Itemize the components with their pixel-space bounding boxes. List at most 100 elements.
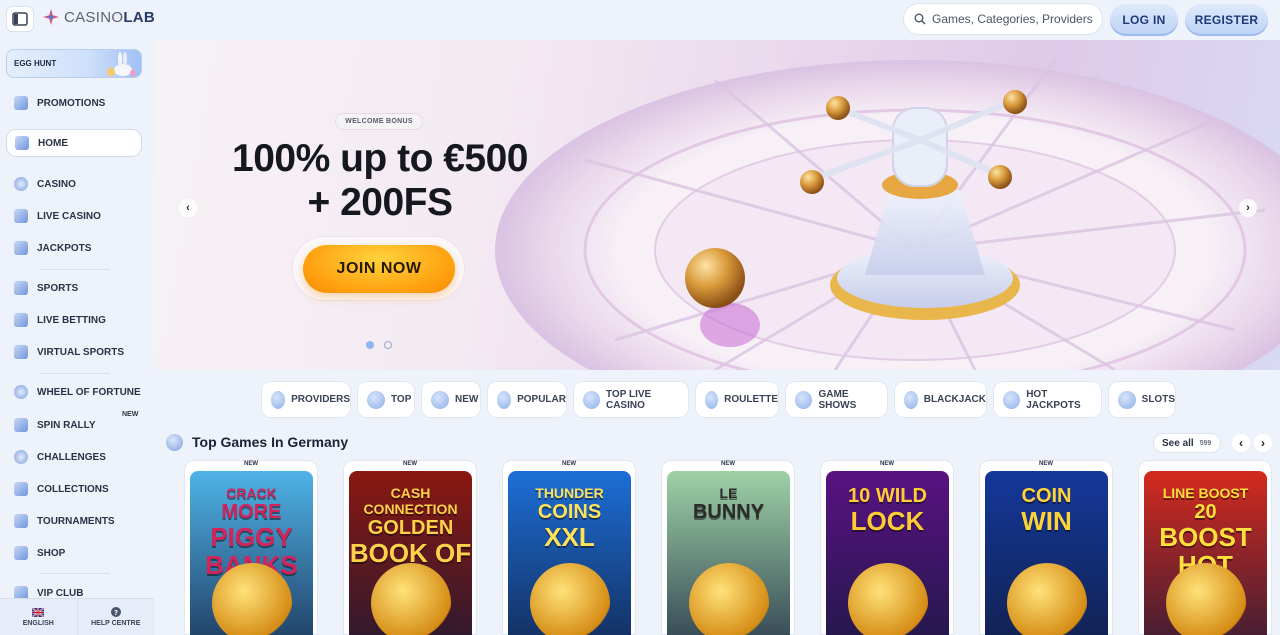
category-hot-jackpots[interactable]: HOT JACKPOTS — [993, 381, 1102, 418]
sidebar-divider — [40, 269, 110, 270]
game-title-line: WIN — [1021, 506, 1072, 536]
game-card[interactable]: LINE BOOST20BOOST HOT — [1144, 471, 1267, 635]
join-now-button[interactable]: JOIN NOW — [303, 245, 455, 293]
game-title-line: MORE — [221, 501, 282, 523]
register-button[interactable]: REGISTER — [1185, 4, 1268, 36]
casino-lab-logo[interactable]: CASINO LAB — [42, 8, 155, 26]
category-label: TOP — [391, 394, 412, 405]
sidebar-item-live-casino[interactable]: LIVE CASINO — [6, 202, 142, 230]
carousel-dot[interactable] — [384, 341, 392, 349]
new-badge: NEW — [1039, 461, 1053, 467]
category-label: NEW — [455, 394, 479, 405]
sidebar-item-label: SPORTS — [37, 282, 79, 294]
category-providers[interactable]: PROVIDERS — [261, 381, 351, 418]
category-new[interactable]: NEW — [421, 381, 481, 418]
sidebar-item-collections[interactable]: COLLECTIONS — [6, 475, 142, 503]
sidebar-item-sports[interactable]: SPORTS — [6, 274, 142, 302]
sidebar-item-casino[interactable]: CASINO — [6, 170, 142, 198]
game-title-line: LINE BOOST — [1162, 485, 1249, 501]
sidebar-item-challenges[interactable]: CHALLENGES — [6, 443, 142, 471]
search-input[interactable]: Games, Categories, Providers — [903, 3, 1103, 35]
game-shows-icon — [795, 390, 813, 409]
help-icon: ? — [110, 607, 121, 617]
new-badge: NEW — [562, 461, 576, 467]
game-card[interactable]: THUNDER COINS XXL — [508, 471, 631, 635]
category-blackjack[interactable]: BLACKJACK — [894, 381, 987, 418]
spin-rally-icon — [14, 418, 28, 432]
game-title-line: CASH CONNECTION — [363, 485, 458, 517]
roulette-icon — [705, 390, 719, 409]
language-label: ENGLISH — [22, 619, 54, 627]
category-game-shows[interactable]: GAME SHOWS — [785, 381, 888, 418]
game-art — [1007, 563, 1087, 635]
sidebar-item-label: JACKPOTS — [37, 242, 92, 254]
casino-chip-icon — [14, 177, 28, 191]
game-card[interactable]: COIN WIN — [985, 471, 1108, 635]
collections-icon — [14, 482, 28, 496]
sidebar-item-shop[interactable]: SHOP — [6, 539, 142, 567]
hero-banner[interactable]: WELCOME BONUS 100% up to €500 + 200FS JO… — [155, 40, 1280, 370]
see-all-label: See all — [1162, 437, 1194, 449]
trophy-icon — [14, 514, 28, 528]
sidebar-item-label: HOME — [38, 137, 68, 149]
uk-flag-icon — [32, 607, 45, 617]
sidebar-item-virtual-sports[interactable]: VIRTUAL SPORTS — [6, 338, 142, 366]
login-button[interactable]: LOG IN — [1110, 4, 1178, 36]
language-selector[interactable]: ENGLISH — [0, 599, 77, 635]
egg-hunt-banner[interactable]: EGG HUNT — [6, 49, 142, 78]
top-icon — [367, 390, 385, 409]
game-art — [848, 563, 928, 635]
category-label: SLOTS — [1141, 394, 1175, 405]
sidebar-toggle-button[interactable] — [6, 6, 34, 32]
megaphone-icon — [14, 96, 28, 110]
sidebar-item-tournaments[interactable]: TOURNAMENTS — [6, 507, 142, 535]
help-centre-link[interactable]: ? HELP CENTRE — [76, 599, 155, 635]
top-bar: CASINO LAB Games, Categories, Providers L… — [0, 0, 1280, 38]
category-roulette[interactable]: ROULETTE — [695, 381, 779, 418]
sidebar-item-promotions[interactable]: PROMOTIONS — [6, 89, 142, 117]
sidebar-item-label: CASINO — [37, 178, 76, 190]
sidebar-item-spin-rally[interactable]: SPIN RALLY — [6, 411, 142, 439]
sidebar-footer: ENGLISH ? HELP CENTRE — [0, 598, 154, 635]
game-title-line: LE — [719, 485, 738, 501]
games-next-arrow[interactable]: › — [1254, 434, 1272, 452]
game-card[interactable]: LE BUNNY — [667, 471, 790, 635]
sidebar-item-label: SHOP — [37, 547, 66, 559]
sidebar-item-wheel-of-fortune[interactable]: WHEEL OF FORTUNE — [6, 378, 142, 406]
category-top-live-casino[interactable]: TOP LIVE CASINO — [573, 381, 689, 418]
logo-text-bold: LAB — [123, 8, 156, 26]
game-art — [530, 563, 610, 635]
hero-title-line-1: 100% up to €500 — [232, 137, 528, 180]
see-all-button[interactable]: See all 599 — [1153, 433, 1221, 453]
game-title-line: 20 — [1194, 501, 1217, 523]
egg-hunt-label: EGG HUNT — [14, 59, 57, 68]
sidebar-item-label: WHEEL OF FORTUNE — [37, 386, 141, 398]
star-icon — [497, 390, 512, 409]
hero-prev-arrow[interactable]: ‹ — [179, 199, 197, 217]
bunny-icon — [107, 52, 136, 77]
category-slots[interactable]: SLOTS — [1108, 381, 1176, 418]
hero-title-line-2: + 200FS — [307, 181, 453, 224]
home-icon — [15, 136, 29, 150]
welcome-bonus-badge: WELCOME BONUS — [335, 113, 423, 130]
category-label: TOP LIVE CASINO — [605, 388, 652, 411]
game-art — [371, 563, 451, 635]
game-card[interactable]: CRACKMOREPIGGY BANKS — [190, 471, 313, 635]
hero-next-arrow[interactable]: › — [1239, 199, 1257, 217]
sidebar-item-live-betting[interactable]: LIVE BETTING — [6, 306, 142, 334]
carousel-dot-active[interactable] — [366, 341, 374, 349]
sidebar-item-home[interactable]: HOME — [6, 129, 142, 157]
live-betting-icon — [14, 313, 28, 327]
wheel-icon — [14, 385, 28, 399]
game-card[interactable]: 10 WILD LOCK — [826, 471, 949, 635]
category-popular[interactable]: POPULAR — [487, 381, 567, 418]
sidebar-toggle-icon — [12, 12, 28, 26]
sidebar-item-jackpots[interactable]: JACKPOTS — [6, 234, 142, 262]
logo-star-icon — [42, 8, 60, 26]
help-label: HELP CENTRE — [91, 620, 141, 627]
games-prev-arrow[interactable]: ‹ — [1232, 434, 1250, 452]
sidebar-item-label: CHALLENGES — [37, 451, 106, 463]
new-badge: NEW — [403, 461, 417, 467]
category-top[interactable]: TOP — [357, 381, 415, 418]
game-card[interactable]: CASH CONNECTIONGOLDENBOOK OF RA — [349, 471, 472, 635]
